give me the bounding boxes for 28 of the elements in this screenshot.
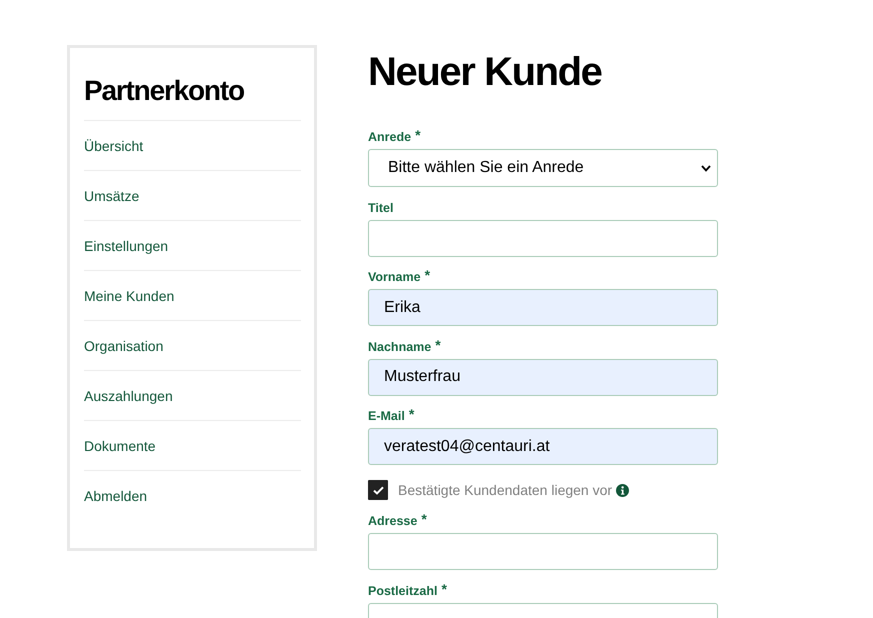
info-icon[interactable] <box>616 484 630 496</box>
select-field[interactable]: Bitte wählen Sie ein Anrede <box>368 149 718 187</box>
sidebar-link[interactable]: Umsätze <box>84 170 301 220</box>
sidebar-link[interactable]: Organisation <box>84 320 301 370</box>
chevron-icon <box>701 164 711 172</box>
field-label: Anrede * <box>368 129 421 145</box>
sidebar-link[interactable]: Auszahlungen <box>84 370 301 420</box>
input-field[interactable] <box>368 220 718 256</box>
field-label: Postleitzahl * <box>368 582 447 598</box>
input-field[interactable]: Musterfrau <box>368 358 718 396</box>
input-field[interactable]: veratest04@centauri.at <box>368 428 718 465</box>
checkbox-label: Bestätigte Kundendaten liegen vor <box>398 482 612 498</box>
sidebar-link[interactable]: Übersicht <box>84 120 301 170</box>
field-label: Titel <box>368 200 394 216</box>
field-label: E-Mail * <box>368 408 414 424</box>
check-icon <box>372 486 384 494</box>
sidebar-title: Partnerkonto <box>84 74 244 108</box>
input-field[interactable]: Erika <box>368 289 718 326</box>
sidebar-link[interactable]: Einstellungen <box>84 220 301 270</box>
sidebar-link[interactable]: Meine Kunden <box>84 270 301 320</box>
sidebar-link[interactable]: Abmelden <box>84 470 301 520</box>
field-label: Adresse * <box>368 513 427 529</box>
page-title: Neuer Kunde <box>368 49 602 96</box>
checkbox[interactable] <box>368 480 388 500</box>
field-label: Vorname * <box>368 269 430 285</box>
sidebar-link[interactable]: Dokumente <box>84 420 301 470</box>
input-field[interactable] <box>368 533 718 570</box>
field-label: Nachname * <box>368 338 441 354</box>
